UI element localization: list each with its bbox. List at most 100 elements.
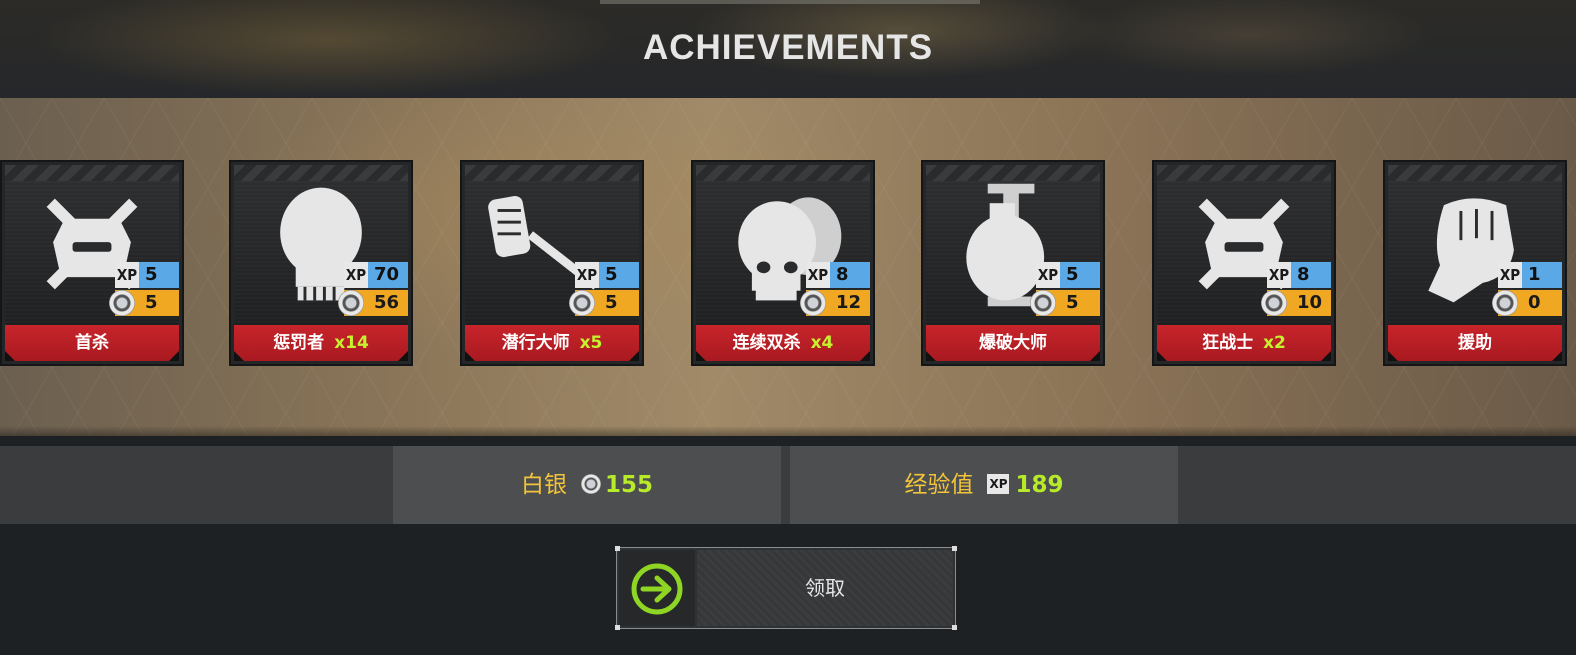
card-hazard-stripes xyxy=(465,165,639,181)
achievement-multiplier: x5 xyxy=(579,333,603,353)
card-corner xyxy=(5,351,15,361)
silver-coin-icon xyxy=(1030,290,1056,316)
silver-coin-icon xyxy=(800,290,826,316)
achievement-card: XP 8 12 连续双杀 x4 xyxy=(691,160,875,366)
silver-coin-icon xyxy=(338,290,364,316)
xp-reward-value: 5 xyxy=(1066,264,1079,285)
xp-label: XP xyxy=(344,262,368,288)
xp-total: 经验值 XP 189 xyxy=(790,446,1178,524)
silver-reward-value: 12 xyxy=(836,292,862,313)
claim-button-label: 领取 xyxy=(697,550,953,626)
card-hazard-stripes xyxy=(696,165,870,181)
achievement-name-bar: 狂战士 x2 xyxy=(1157,325,1331,361)
xp-reward-value: 1 xyxy=(1528,264,1541,285)
card-corner xyxy=(1388,351,1398,361)
achievement-name: 首杀 xyxy=(75,333,109,353)
banner-shadow xyxy=(0,426,1576,436)
card-hazard-stripes xyxy=(1388,165,1562,181)
silver-reward-badge: 5 xyxy=(109,290,179,316)
card-hazard-stripes xyxy=(926,165,1100,181)
xp-reward-value: 70 xyxy=(374,264,400,285)
card-corner xyxy=(629,351,639,361)
achievement-name: 援助 xyxy=(1458,333,1492,353)
arrow-right-circle-icon xyxy=(631,563,683,615)
silver-reward-value: 5 xyxy=(1066,292,1079,313)
achievement-card: XP 1 0 援助 xyxy=(1383,160,1567,366)
page-title: ACHIEVEMENTS xyxy=(642,28,934,67)
xp-reward-badge: XP 5 xyxy=(1036,262,1100,288)
achievement-multiplier: x14 xyxy=(334,333,369,353)
achievement-name: 狂战士 xyxy=(1202,333,1254,353)
silver-reward-badge: 0 xyxy=(1492,290,1562,316)
header-top-accent xyxy=(600,0,980,4)
xp-reward-badge: XP 5 xyxy=(575,262,639,288)
silver-reward-value: 5 xyxy=(605,292,618,313)
claim-corner-dot xyxy=(615,625,620,630)
silver-reward-badge: 5 xyxy=(569,290,639,316)
achievement-multiplier: x2 xyxy=(1263,333,1286,353)
silver-coin-icon xyxy=(1261,290,1287,316)
xp-label: XP xyxy=(1036,262,1060,288)
xp-reward-value: 8 xyxy=(1297,264,1310,285)
achievement-multiplier: x4 xyxy=(810,333,834,353)
achievement-name: 潜行大师 xyxy=(501,333,570,353)
xp-reward-badge: XP 8 xyxy=(1267,262,1331,288)
achievement-card: XP 5 5 潜行大师 x5 xyxy=(460,160,644,366)
xp-label: XP xyxy=(575,262,599,288)
xp-label: XP xyxy=(806,262,830,288)
claim-icon-box xyxy=(619,550,695,626)
claim-button[interactable]: 领取 xyxy=(615,546,957,630)
silver-reward-badge: 56 xyxy=(338,290,408,316)
achievement-card: XP 5 5 爆破大师 xyxy=(921,160,1105,366)
silver-total-value: 155 xyxy=(604,472,653,498)
achievement-card: XP 70 56 惩罚者 x14 xyxy=(229,160,413,366)
card-corner xyxy=(1090,351,1100,361)
silver-reward-value: 10 xyxy=(1297,292,1323,313)
xp-reward-value: 5 xyxy=(145,264,158,285)
silver-reward-value: 56 xyxy=(374,292,400,313)
silver-total-label: 白银 xyxy=(520,472,567,498)
card-corner xyxy=(1552,351,1562,361)
card-corner xyxy=(398,351,408,361)
card-corner xyxy=(860,351,870,361)
totals-row xyxy=(0,446,1576,524)
claim-corner-dot xyxy=(952,546,957,551)
xp-total-value: 189 xyxy=(1015,472,1064,498)
card-hazard-stripes xyxy=(1157,165,1331,181)
xp-label: XP xyxy=(1267,262,1291,288)
xp-reward-badge: XP 1 xyxy=(1498,262,1562,288)
card-hazard-stripes xyxy=(5,165,179,181)
xp-badge-icon: XP xyxy=(987,473,1010,494)
card-corner xyxy=(465,351,475,361)
silver-coin-icon xyxy=(1492,290,1518,316)
xp-label: XP xyxy=(1498,262,1522,288)
xp-label: XP xyxy=(115,262,139,288)
achievement-name: 爆破大师 xyxy=(979,333,1047,353)
silver-total: 白银 155 xyxy=(393,446,781,524)
xp-reward-badge: XP 5 xyxy=(115,262,179,288)
silver-coin-icon xyxy=(109,290,135,316)
claim-corner-dot xyxy=(952,625,957,630)
card-corner xyxy=(1321,351,1331,361)
xp-reward-badge: XP 8 xyxy=(806,262,870,288)
silver-reward-value: 5 xyxy=(145,292,158,313)
achievement-name-bar: 首杀 xyxy=(5,325,179,361)
card-corner xyxy=(234,351,244,361)
xp-reward-value: 8 xyxy=(836,264,849,285)
achievement-card: XP 8 10 狂战士 x2 xyxy=(1152,160,1336,366)
achievement-name-bar: 连续双杀 x4 xyxy=(696,325,870,361)
silver-reward-badge: 10 xyxy=(1261,290,1331,316)
silver-reward-badge: 5 xyxy=(1030,290,1100,316)
achievement-name-bar: 惩罚者 x14 xyxy=(234,325,408,361)
silver-reward-badge: 12 xyxy=(800,290,870,316)
silver-coin-icon xyxy=(569,290,595,316)
claim-corner-dot xyxy=(615,546,620,551)
card-corner xyxy=(926,351,936,361)
card-corner xyxy=(696,351,706,361)
card-corner xyxy=(169,351,179,361)
achievement-name-bar: 潜行大师 x5 xyxy=(465,325,639,361)
silver-coin-icon xyxy=(580,473,601,494)
achievement-name-bar: 援助 xyxy=(1388,325,1562,361)
achievement-name: 惩罚者 xyxy=(273,333,325,353)
xp-total-label: 经验值 xyxy=(904,472,974,498)
